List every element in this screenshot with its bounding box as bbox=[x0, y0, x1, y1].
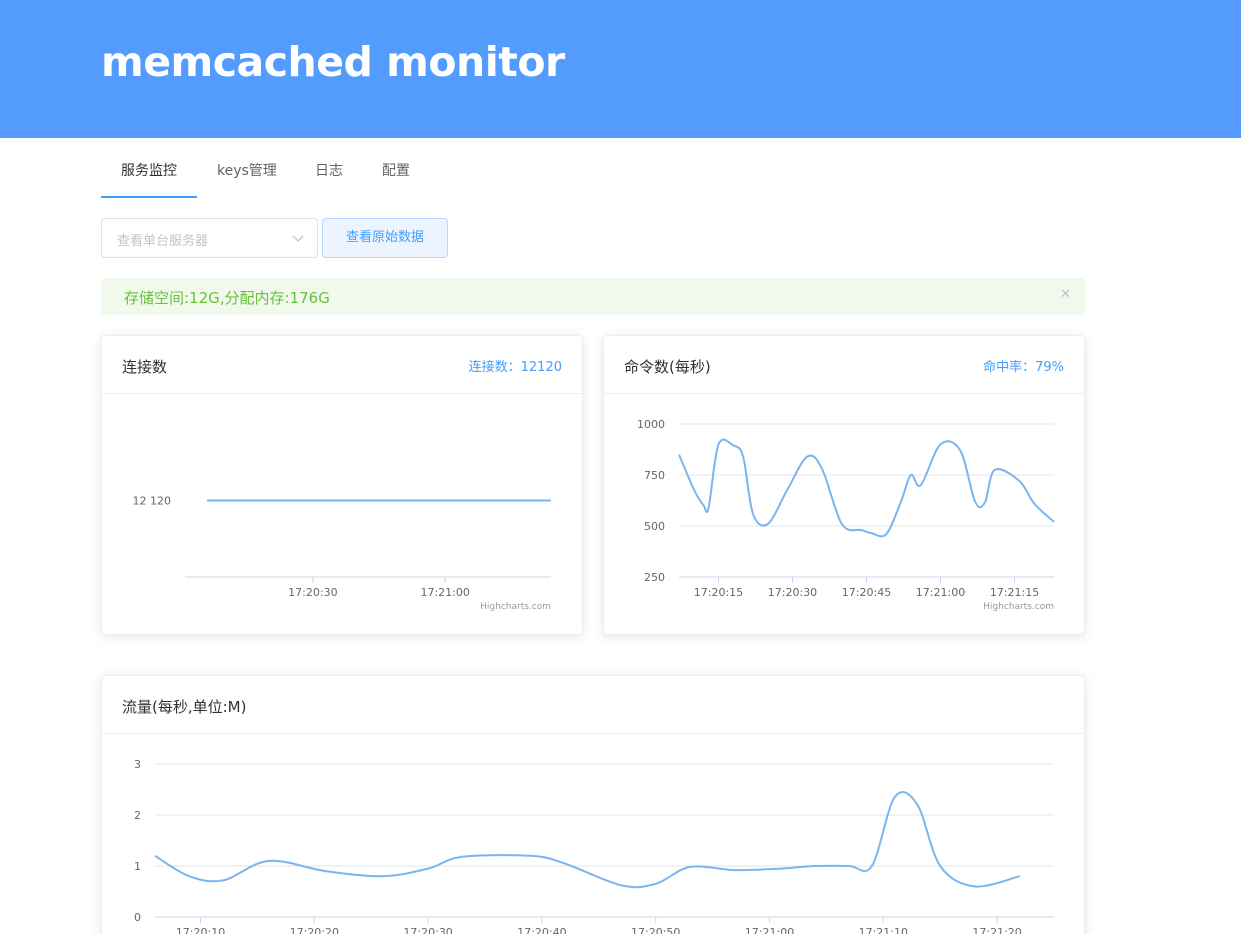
chevron-down-icon bbox=[292, 235, 304, 242]
tab-keys-management[interactable]: keys管理 bbox=[217, 160, 277, 180]
y-tick-label: 250 bbox=[644, 571, 665, 584]
y-tick-label: 750 bbox=[644, 469, 665, 482]
connections-count: 连接数：12120 bbox=[468, 360, 562, 375]
y-tick-label: 2 bbox=[134, 809, 141, 822]
tab-service-monitor[interactable]: 服务监控 bbox=[121, 160, 177, 180]
active-tab-indicator bbox=[101, 196, 197, 198]
x-tick-label: 17:21:10 bbox=[859, 926, 908, 934]
y-tick-label: 3 bbox=[134, 758, 141, 771]
close-icon[interactable]: ✕ bbox=[1060, 287, 1071, 302]
alert-message: 存储空间:12G,分配内存:176G bbox=[124, 289, 330, 307]
y-tick-label: 1 bbox=[134, 860, 141, 873]
x-tick-label: 17:21:00 bbox=[420, 586, 469, 599]
x-tick-label: 17:21:20 bbox=[972, 926, 1021, 934]
x-tick-label: 17:20:50 bbox=[631, 926, 680, 934]
traffic-chart: 0 1 2 3 17:20:10 17:20:20 17:20:30 17:20:40 17:2… bbox=[134, 758, 1054, 934]
card-title: 流量(每秒,单位:M) bbox=[122, 698, 247, 716]
server-select[interactable]: 查看单台服务器 bbox=[101, 218, 318, 258]
y-tick-label: 12 120 bbox=[133, 495, 172, 508]
hit-rate: 命中率：79% bbox=[983, 360, 1064, 375]
commands-card: 命令数(每秒) 命中率：79% 250 500 750 1000 17:20:15 17:… bbox=[603, 335, 1085, 635]
app-header: memcached monitor bbox=[0, 0, 1241, 138]
x-tick-label: 17:20:30 bbox=[288, 586, 337, 599]
tab-bar: 服务监控 keys管理 日志 配置 bbox=[101, 138, 1085, 198]
x-tick-label: 17:20:30 bbox=[403, 926, 452, 934]
x-tick-label: 17:20:15 bbox=[694, 586, 743, 599]
card-title: 连接数 bbox=[122, 358, 168, 376]
x-tick-label: 17:20:30 bbox=[768, 586, 817, 599]
chart-credit: Highcharts.com bbox=[983, 602, 1054, 612]
x-tick-label: 17:20:10 bbox=[176, 926, 225, 934]
chart-credit: Highcharts.com bbox=[480, 602, 551, 612]
card-title: 命令数(每秒) bbox=[624, 358, 711, 376]
x-tick-label: 17:20:20 bbox=[290, 926, 339, 934]
card-header: 命令数(每秒) 命中率：79% bbox=[604, 336, 1084, 394]
x-tick-label: 17:21:15 bbox=[990, 586, 1039, 599]
commands-chart: 250 500 750 1000 17:20:15 17:20:30 17:20:45 17:… bbox=[637, 418, 1055, 612]
x-tick-label: 17:21:00 bbox=[745, 926, 794, 934]
card-header: 流量(每秒,单位:M) bbox=[102, 676, 1084, 734]
x-tick-label: 17:20:45 bbox=[842, 586, 891, 599]
storage-alert: 存储空间:12G,分配内存:176G ✕ bbox=[101, 278, 1085, 315]
tab-config[interactable]: 配置 bbox=[382, 160, 410, 180]
connections-card: 连接数 连接数：12120 12 120 17:20:30 17:21:00 High… bbox=[101, 335, 583, 635]
tab-logs[interactable]: 日志 bbox=[315, 160, 343, 180]
y-tick-label: 1000 bbox=[637, 418, 665, 431]
x-tick-label: 17:20:40 bbox=[517, 926, 566, 934]
app-title: memcached monitor bbox=[101, 38, 565, 86]
traffic-card: 流量(每秒,单位:M) 0 1 2 3 17:20:10 17:20:20 17:20:30… bbox=[101, 675, 1085, 934]
series-line bbox=[678, 438, 1055, 538]
card-header: 连接数 连接数：12120 bbox=[102, 336, 582, 394]
series-line bbox=[154, 791, 1021, 889]
view-raw-data-button[interactable]: 查看原始数据 bbox=[322, 218, 448, 258]
connections-chart: 12 120 17:20:30 17:21:00 Highcharts.com bbox=[133, 495, 551, 612]
server-select-placeholder: 查看单台服务器 bbox=[117, 234, 209, 249]
y-tick-label: 500 bbox=[644, 520, 665, 533]
x-tick-label: 17:21:00 bbox=[916, 586, 965, 599]
y-tick-label: 0 bbox=[134, 911, 141, 924]
